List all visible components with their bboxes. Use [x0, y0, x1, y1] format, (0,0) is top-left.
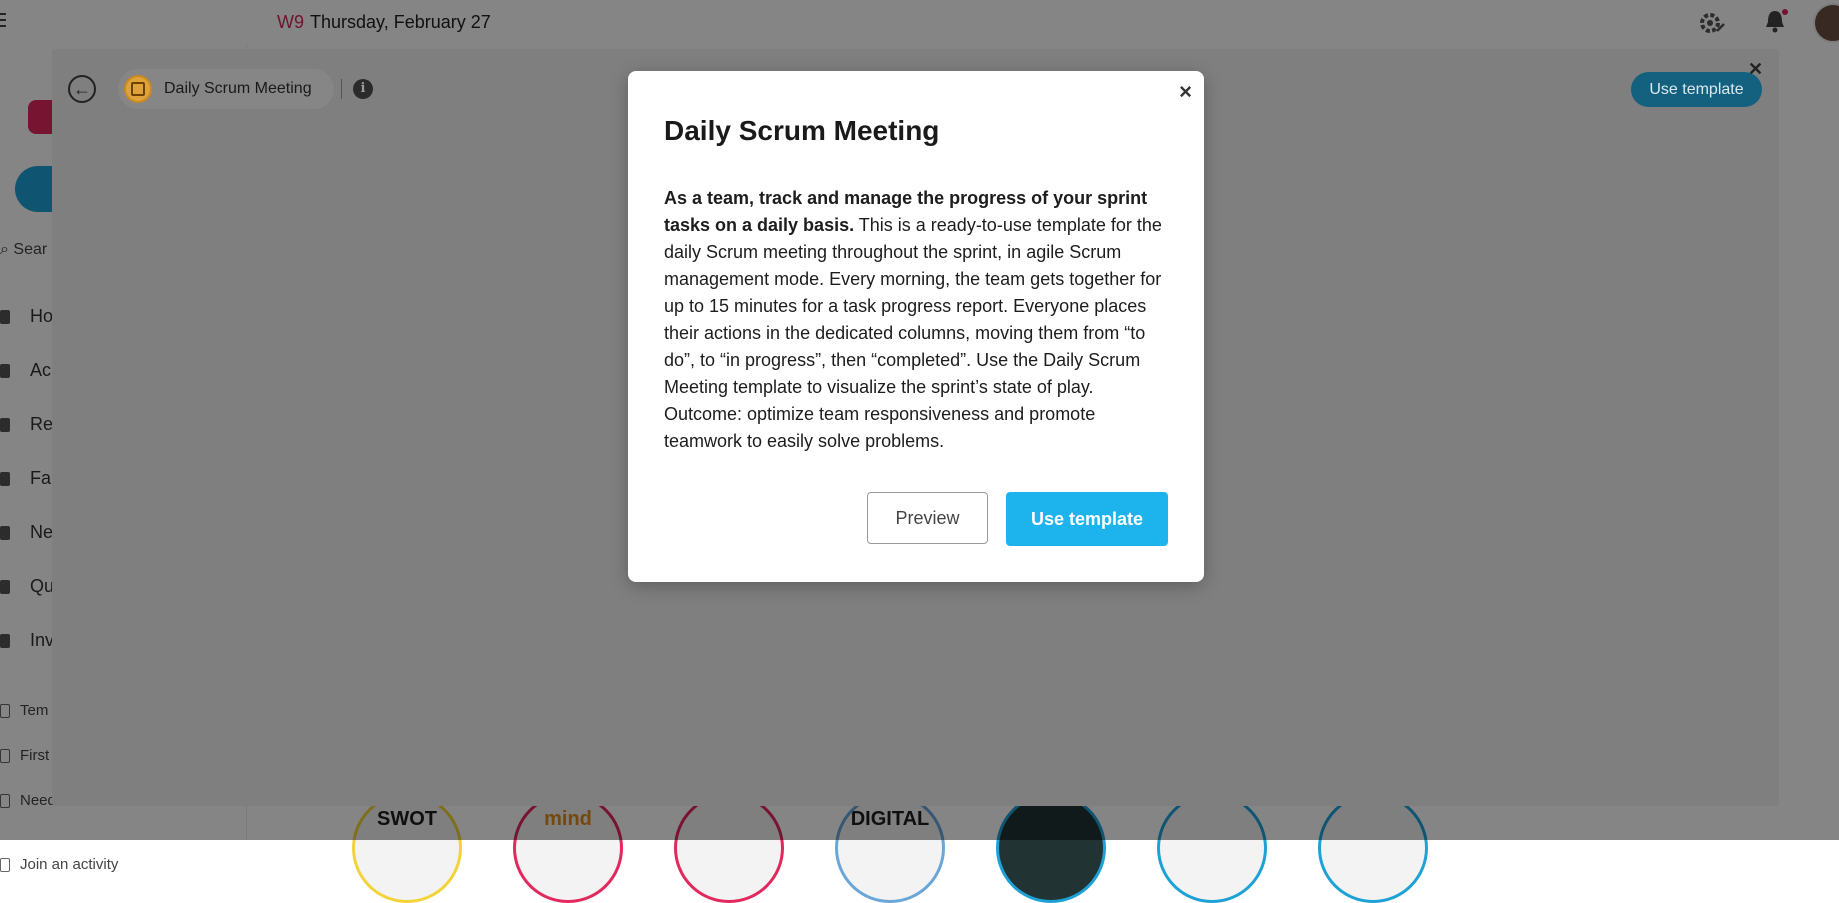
modal-close-icon[interactable]: × — [1179, 81, 1192, 103]
join-icon — [0, 858, 10, 873]
modal-title: Daily Scrum Meeting — [664, 115, 940, 146]
template-name: Daily Scrum Meeting — [164, 80, 312, 97]
description-body: This is a ready-to-use template for the … — [664, 215, 1162, 451]
info-icon[interactable]: i — [353, 79, 373, 99]
preview-button[interactable]: Preview — [867, 492, 988, 544]
use-template-button[interactable]: Use template — [1006, 492, 1168, 546]
panel-use-template-button[interactable]: Use template — [1631, 72, 1762, 107]
back-arrow-icon[interactable]: ← — [68, 75, 96, 103]
divider — [341, 79, 342, 99]
template-name-chip: Daily Scrum Meeting — [118, 69, 334, 109]
template-icon — [124, 75, 152, 103]
panel-close-icon[interactable]: ✕ — [1748, 60, 1763, 78]
template-info-modal: × Daily Scrum Meeting As a team, track a… — [628, 71, 1204, 582]
modal-description: As a team, track and manage the progress… — [664, 185, 1174, 455]
sidebar-link-join-activity[interactable]: Join an activity — [0, 856, 118, 873]
